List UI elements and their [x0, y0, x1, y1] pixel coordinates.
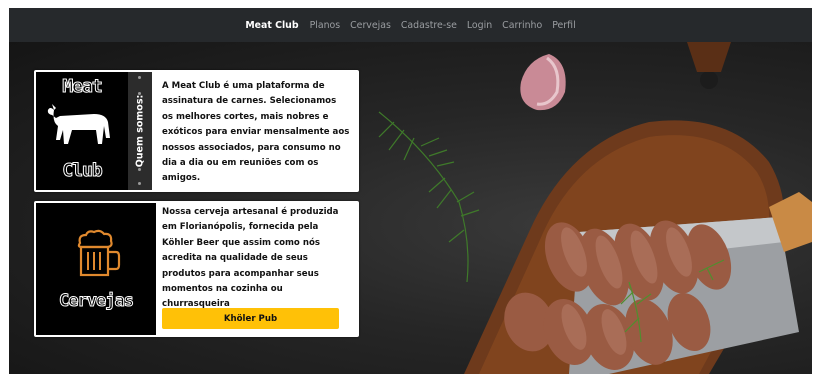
kholer-pub-button[interactable]: Khöler Pub — [162, 308, 339, 329]
cervejas-logo: Cervejas — [36, 203, 156, 335]
card-cervejas: Cervejas Nossa cerveja artesanal é produ… — [34, 201, 359, 337]
nav-link-planos[interactable]: Planos — [310, 20, 341, 31]
cow-icon — [47, 104, 110, 144]
meat-club-description: A Meat Club é uma plataforma de assinatu… — [162, 81, 350, 184]
cerveja-description: Nossa cerveja artesanal é produzida em F… — [162, 207, 339, 310]
nav-link-login[interactable]: Login — [467, 20, 492, 31]
nav-link-perfil[interactable]: Perfil — [552, 20, 575, 31]
nav-link-cervejas[interactable]: Cervejas — [350, 20, 391, 31]
logo-line-club: Club — [62, 160, 103, 182]
logo-line-meat: Meat — [62, 76, 103, 98]
page-frame: Meat Club Planos Cervejas Cadastre-se Lo… — [9, 8, 812, 374]
logo-text-cervejas: Cervejas — [59, 291, 135, 312]
nav-link-cadastre-se[interactable]: Cadastre-se — [401, 20, 457, 31]
card-quem-somos: Meat Club Quem somos: A Meat Club é uma … — [34, 70, 359, 192]
nav-link-carrinho[interactable]: Carrinho — [502, 20, 542, 31]
meat-club-logo: Meat Club — [36, 72, 128, 190]
beer-mug-icon — [77, 229, 121, 277]
nav-brand-meat-club[interactable]: Meat Club — [245, 20, 298, 31]
top-navbar: Meat Club Planos Cervejas Cadastre-se Lo… — [9, 8, 812, 42]
quem-somos-strip: Quem somos: — [128, 72, 152, 190]
quem-somos-label: Quem somos: — [134, 94, 146, 168]
